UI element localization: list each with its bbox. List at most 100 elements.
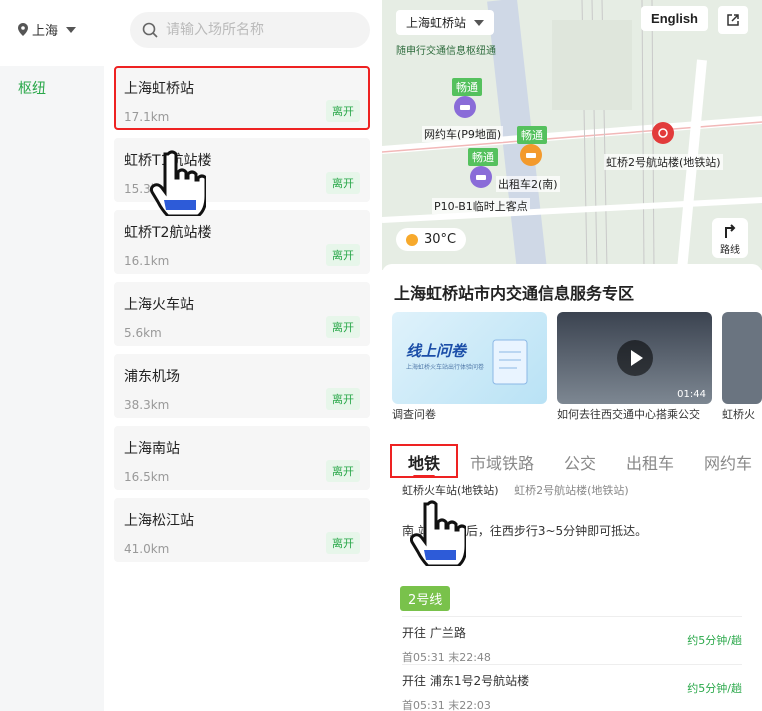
search-icon [142, 22, 158, 38]
leave-badge[interactable]: 离开 [326, 172, 360, 194]
video-card[interactable]: 01:44 如何去往西交通中心搭乘公交 [557, 312, 712, 422]
leave-badge[interactable]: 离开 [326, 460, 360, 482]
chevron-down-icon [66, 26, 77, 33]
hub-name: 浦东机场 [124, 369, 180, 385]
chevron-down-icon [474, 19, 485, 26]
tab-suburban-rail[interactable]: 市域铁路 [470, 450, 534, 474]
hub-distance: 16.5km [124, 470, 170, 484]
route-button[interactable]: 路线 [712, 218, 748, 258]
city-selector[interactable]: 上海 [18, 20, 77, 39]
leave-badge[interactable]: 离开 [326, 316, 360, 338]
video-caption: 如何去往西交通中心搭乘公交 [557, 408, 700, 421]
third-caption: 虹桥火 [722, 408, 755, 421]
hub-distance: 38.3km [124, 398, 170, 412]
search-box[interactable] [130, 12, 370, 48]
hub-distance: 17.1km [124, 110, 170, 124]
search-input[interactable] [166, 22, 356, 38]
hub-item-shanghai-station[interactable]: 上海火车站 5.6km 离开 [114, 282, 370, 346]
sun-icon [406, 233, 418, 246]
divider [402, 616, 742, 617]
taxi-icon [526, 153, 536, 158]
leave-badge[interactable]: 离开 [326, 388, 360, 410]
hub-distance: 16.1km [124, 254, 170, 268]
hub-selector-panel: 上海 枢纽 上海虹桥站 17.1km 离开 虹桥T1航站楼 15.3km 离开 … [0, 0, 380, 711]
pickup-point-label: P10-B1临时上客点 [432, 198, 530, 214]
train-frequency: 约5分钟/趟 [687, 634, 742, 647]
hub-detail-panel: 上海虹桥站 English 随申行交通信息枢纽通 畅通 网约车(P9地面) 畅通… [382, 0, 762, 711]
share-icon [727, 14, 739, 26]
tab-ride-hailing[interactable]: 网约车 [704, 450, 754, 474]
survey-card[interactable]: 线上问卷 上海虹桥火车站出行体验问卷 调查问卷 [392, 312, 547, 422]
leave-badge[interactable]: 离开 [326, 244, 360, 266]
metro-line-badge: 2号线 [400, 586, 451, 611]
pickup-pin[interactable] [470, 166, 492, 188]
transit-tabs: 地铁 市域铁路 公交 出租车 网约车 [390, 444, 762, 480]
english-button[interactable]: English [641, 6, 708, 31]
station-name: 上海虹桥站 [406, 16, 467, 30]
location-pin-icon [18, 23, 28, 36]
video-duration: 01:44 [677, 389, 706, 400]
metro-pin[interactable] [652, 122, 674, 144]
third-card[interactable]: 虹桥火 [722, 312, 762, 422]
metro-station-subtabs: 虹桥火车站(地铁站) 虹桥2号航站楼(地铁站) [402, 482, 641, 498]
taxi-pin[interactable] [520, 144, 542, 166]
section-title: 上海虹桥站市内交通信息服务专区 [394, 284, 635, 303]
car-icon [476, 175, 486, 180]
hub-distance: 5.6km [124, 326, 162, 340]
ride-hailing-label: 网约车(P9地面) [422, 126, 504, 142]
traffic-status-tag: 畅通 [452, 78, 482, 96]
hub-item-songjiang[interactable]: 上海松江站 41.0km 离开 [114, 498, 370, 562]
subtab-hongqiao-t2[interactable]: 虹桥2号航站楼(地铁站) [514, 482, 629, 498]
tab-bus[interactable]: 公交 [564, 450, 596, 474]
metro-icon [658, 128, 668, 138]
third-thumbnail [722, 312, 762, 404]
route-icon [725, 224, 736, 238]
traffic-status-tag: 畅通 [517, 126, 547, 144]
subtab-hongqiao-railway[interactable]: 虹桥火车站(地铁站) [402, 482, 499, 498]
play-button[interactable] [617, 340, 653, 376]
service-hours: 首05:31 末22:48 [402, 651, 491, 664]
tab-taxi[interactable]: 出租车 [626, 450, 674, 474]
pointer-hand-icon [410, 500, 466, 566]
direction-row: 开往 广兰路 首05:31 末22:48 约5分钟/趟 [402, 624, 742, 665]
hub-item-pudong-airport[interactable]: 浦东机场 38.3km 离开 [114, 354, 370, 418]
transit-info-section: 上海虹桥站市内交通信息服务专区 线上问卷 上海虹桥火车站出行体验问卷 调查问卷 [382, 264, 762, 711]
tab-metro[interactable]: 地铁 [408, 450, 440, 474]
hub-name: 虹桥T2航站楼 [124, 225, 212, 241]
hub-item-hongqiao-station[interactable]: 上海虹桥站 17.1km 离开 [114, 66, 370, 130]
tab-underline [413, 475, 435, 478]
feature-cards: 线上问卷 上海虹桥火车站出行体验问卷 调查问卷 01:44 如何去往西交通中心搭… [392, 312, 762, 440]
train-frequency: 约5分钟/趟 [687, 682, 742, 695]
document-icon [492, 339, 528, 385]
map-view[interactable]: 上海虹桥站 English 随申行交通信息枢纽通 畅通 网约车(P9地面) 畅通… [382, 0, 762, 270]
direction-row: 开往 浦东1号2号航站楼 首05:31 末22:03 约5分钟/趟 [402, 672, 742, 711]
ride-hailing-pin[interactable] [454, 96, 476, 118]
hub-list: 上海虹桥站 17.1km 离开 虹桥T1航站楼 15.3km 离开 虹桥T2航站… [114, 66, 370, 570]
survey-thumbnail: 线上问卷 上海虹桥火车站出行体验问卷 [392, 312, 547, 404]
share-button[interactable] [718, 6, 748, 34]
traffic-status-tag: 畅通 [468, 148, 498, 166]
weather-chip: 30°C [396, 228, 467, 251]
survey-banner-subtitle: 上海虹桥火车站出行体验问卷 [406, 364, 485, 371]
taxi-label: 出租车2(南) [496, 176, 560, 192]
hub-name: 上海南站 [124, 441, 180, 457]
hub-name: 上海火车站 [124, 297, 194, 313]
hub-distance: 41.0km [124, 542, 170, 556]
category-item-hub[interactable]: 枢纽 [0, 66, 104, 98]
hub-item-hongqiao-t2[interactable]: 虹桥T2航站楼 16.1km 离开 [114, 210, 370, 274]
hub-name: 上海松江站 [124, 513, 194, 529]
route-label: 路线 [720, 245, 740, 256]
play-icon [631, 350, 643, 366]
hub-item-shanghai-south[interactable]: 上海南站 16.5km 离开 [114, 426, 370, 490]
map-banner: 随申行交通信息枢纽通 [396, 46, 496, 57]
car-icon [460, 105, 470, 110]
leave-badge[interactable]: 离开 [326, 532, 360, 554]
hub-name: 上海虹桥站 [124, 81, 194, 97]
pointer-hand-icon [150, 150, 206, 216]
station-selector[interactable]: 上海虹桥站 [396, 10, 495, 35]
survey-caption: 调查问卷 [392, 408, 436, 421]
metro-label: 虹桥2号航站楼(地铁站) [604, 154, 723, 170]
leave-badge[interactable]: 离开 [326, 100, 360, 122]
temperature: 30°C [424, 232, 457, 247]
survey-banner-title: 线上问卷 [406, 342, 467, 360]
